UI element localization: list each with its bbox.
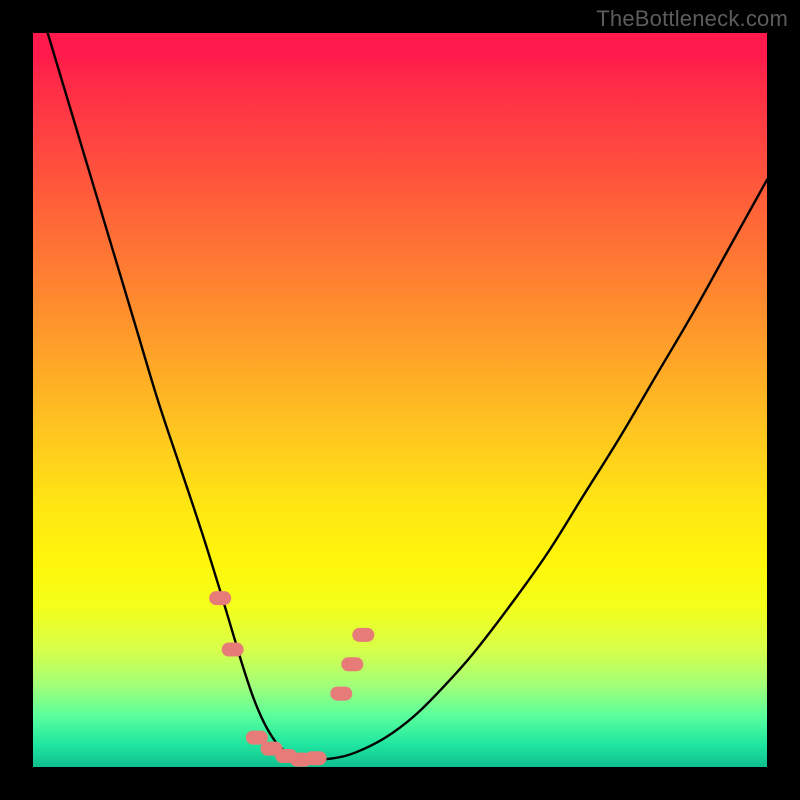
pt-left-high [209,591,231,605]
pt-trough-5 [305,751,327,765]
chart-frame: TheBottleneck.com [0,0,800,800]
pt-right-mid [341,657,363,671]
plot-area [33,33,767,767]
pt-left-low [222,643,244,657]
pt-right-high [352,628,374,642]
pt-right-low [330,687,352,701]
watermark-text: TheBottleneck.com [596,6,788,32]
data-points [33,33,767,767]
